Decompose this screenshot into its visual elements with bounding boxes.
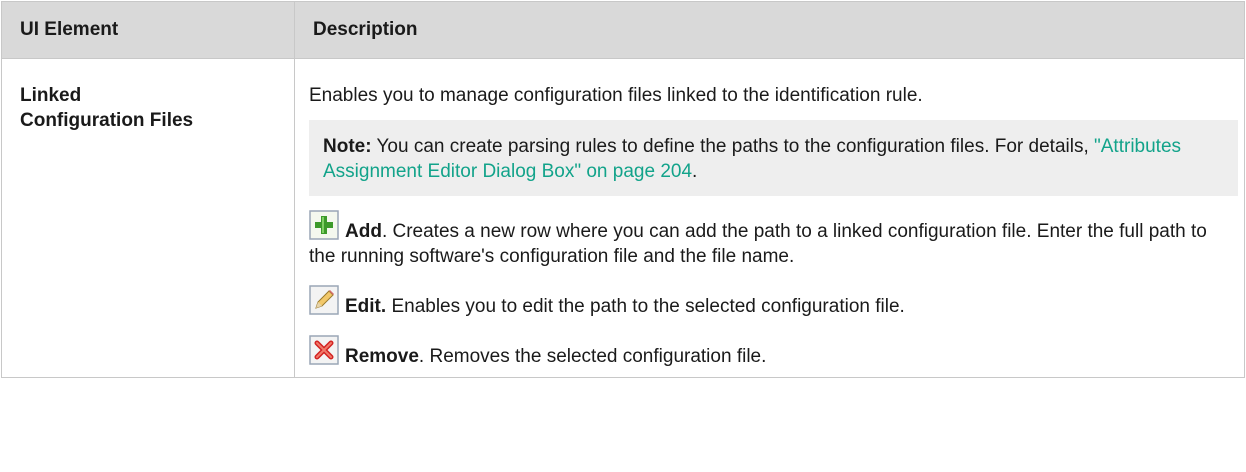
header-description: Description: [294, 1, 1245, 59]
ui-element-name-text: Linked Configuration Files: [20, 85, 194, 131]
add-item: Add. Creates a new row where you can add…: [309, 210, 1238, 269]
note-label: Note:: [323, 136, 372, 157]
edit-text: Enables you to edit the path to the sele…: [386, 296, 905, 317]
edit-label: Edit.: [345, 296, 387, 317]
table-header-row: UI Element Description: [1, 1, 1245, 59]
add-icon: [309, 210, 339, 240]
description-intro: Enables you to manage configuration file…: [309, 85, 923, 106]
note-box: Note: You can create parsing rules to de…: [309, 120, 1238, 196]
ui-element-table: UI Element Description Linked Configurat…: [1, 1, 1245, 378]
add-text: . Creates a new row where you can add th…: [309, 221, 1207, 267]
add-label: Add: [345, 221, 382, 242]
header-ui-element: UI Element: [1, 1, 295, 59]
remove-item: Remove. Removes the selected configurati…: [309, 335, 1238, 369]
table-row: Linked Configuration Files Enables you t…: [1, 58, 1245, 378]
note-after: .: [692, 161, 698, 182]
note-text: You can create parsing rules to define t…: [371, 136, 1095, 157]
description-cell: Enables you to manage configuration file…: [294, 58, 1245, 378]
ui-element-name: Linked Configuration Files: [1, 58, 295, 378]
edit-item: Edit. Enables you to edit the path to th…: [309, 285, 1238, 319]
remove-icon: [309, 335, 339, 365]
remove-text: . Removes the selected configuration fil…: [418, 346, 767, 367]
edit-pencil-icon: [309, 285, 339, 315]
remove-label: Remove: [345, 346, 419, 367]
